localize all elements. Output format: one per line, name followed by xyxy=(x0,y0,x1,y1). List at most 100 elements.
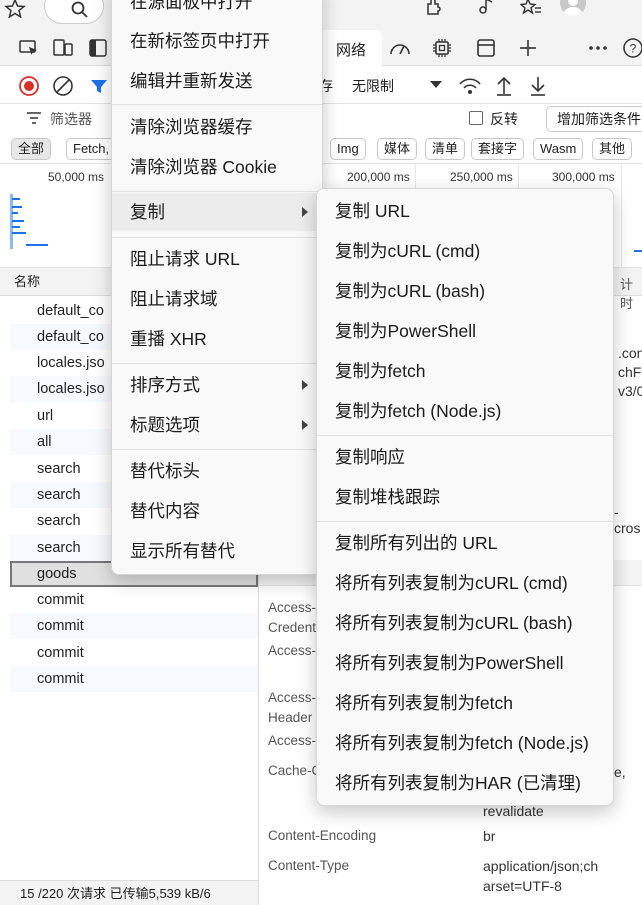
copy-all-as-curl-cmd[interactable]: 将所有列表复制为cURL (cmd) xyxy=(317,564,613,602)
header-value: application/json;ch xyxy=(483,858,599,874)
menu-item-block-url[interactable]: 阻止请求 URL xyxy=(112,240,322,278)
header-value: br xyxy=(483,828,496,844)
device-emulation-icon[interactable] xyxy=(52,38,74,58)
help-icon[interactable]: ? xyxy=(622,37,642,59)
record-icon[interactable] xyxy=(18,75,40,97)
copy-all-as-har-sanitized[interactable]: 将所有列表复制为HAR (已清理) xyxy=(317,764,613,802)
submenu-arrow-icon xyxy=(302,380,308,390)
submenu-arrow-icon xyxy=(302,420,308,430)
menu-item-edit-and-resend[interactable]: 编辑并重新发送 xyxy=(112,62,322,100)
filter-lines-icon xyxy=(26,111,42,125)
menu-separator xyxy=(112,449,322,450)
header-name: Content-Encoding xyxy=(268,828,377,843)
type-filter-media[interactable]: 媒体 xyxy=(377,138,418,160)
copy-all-as-fetch[interactable]: 将所有列表复制为fetch xyxy=(317,684,613,722)
memory-icon[interactable] xyxy=(432,38,452,58)
copy-all-as-powershell[interactable]: 将所有列表复制为PowerShell xyxy=(317,644,613,682)
timeline-bars-right xyxy=(634,250,642,252)
copy-as-curl-cmd[interactable]: 复制为cURL (cmd) xyxy=(317,232,613,270)
type-filter-img[interactable]: Img xyxy=(330,138,366,160)
menu-item-copy[interactable]: 复制 xyxy=(112,193,322,231)
header-name: Content-Type xyxy=(268,858,350,873)
request-row[interactable]: commit xyxy=(10,640,258,666)
svg-text:?: ? xyxy=(630,42,637,56)
import-har-icon[interactable] xyxy=(494,75,514,97)
filter-icon[interactable] xyxy=(88,75,110,97)
header-value-partial: v3/0 xyxy=(618,383,642,399)
clear-icon[interactable] xyxy=(52,75,74,97)
header-value-partial: chFr xyxy=(618,364,642,380)
application-icon[interactable] xyxy=(476,38,496,58)
menu-item-header-options[interactable]: 标题选项 xyxy=(112,406,322,444)
profile-avatar[interactable] xyxy=(560,0,586,16)
menu-item-sort-by-label: 排序方式 xyxy=(130,375,200,395)
copy-as-fetch[interactable]: 复制为fetch xyxy=(317,352,613,390)
filter-placeholder: 筛选器 xyxy=(50,111,92,127)
copy-as-curl-bash[interactable]: 复制为cURL (bash) xyxy=(317,272,613,310)
header-value-partial: -cros xyxy=(614,504,641,536)
menu-item-block-domain[interactable]: 阻止请求域 xyxy=(112,280,322,318)
header-name: Cache-C xyxy=(268,763,322,778)
menu-item-sort-by[interactable]: 排序方式 xyxy=(112,366,322,404)
copy-as-powershell[interactable]: 复制为PowerShell xyxy=(317,312,613,350)
header-value: arset=UTF-8 xyxy=(483,878,562,894)
type-filter-wasm[interactable]: Wasm xyxy=(533,138,584,160)
throttle-dropdown-icon[interactable] xyxy=(430,81,442,88)
submenu-arrow-icon xyxy=(302,207,308,217)
menu-item-clear-cookies[interactable]: 清除浏览器 Cookie xyxy=(112,148,322,186)
header-value-partial: .con xyxy=(618,345,642,361)
menu-item-show-all-overrides[interactable]: 显示所有替代 xyxy=(112,532,322,570)
copy-all-as-curl-bash[interactable]: 将所有列表复制为cURL (bash) xyxy=(317,604,613,642)
menu-item-clear-cache[interactable]: 清除浏览器缓存 xyxy=(112,108,322,146)
request-row[interactable]: commit xyxy=(10,613,258,639)
menu-separator xyxy=(317,521,613,522)
invert-label: 反转 xyxy=(490,111,518,127)
inspect-element-icon[interactable] xyxy=(18,38,40,58)
menu-separator xyxy=(112,191,322,192)
type-filter-manifest[interactable]: 清单 xyxy=(425,138,466,160)
copy-url[interactable]: 复制 URL xyxy=(317,192,613,230)
copy-all-listed-urls[interactable]: 复制所有列出的 URL xyxy=(317,524,613,562)
network-tab-label: 网络 xyxy=(336,42,367,59)
copy-as-fetch-nodejs[interactable]: 复制为fetch (Node.js) xyxy=(317,392,613,430)
sidebar-toggle-icon[interactable] xyxy=(88,38,108,58)
menu-separator xyxy=(112,104,322,105)
timeline-tick: 50,000 ms xyxy=(48,170,105,184)
network-conditions-icon[interactable] xyxy=(458,76,482,96)
more-filters-button[interactable]: 增加筛选条件 xyxy=(546,106,642,132)
media-control-icon[interactable] xyxy=(476,0,496,16)
context-menu: 在源面板中打开 在新标签页中打开 编辑并重新发送 清除浏览器缓存 清除浏览器 C… xyxy=(111,0,323,575)
copy-response[interactable]: 复制响应 xyxy=(317,438,613,476)
favorites-icon[interactable] xyxy=(520,0,542,16)
copy-all-as-fetch-nodejs[interactable]: 将所有列表复制为fetch (Node.js) xyxy=(317,724,613,762)
name-column-label: 名称 xyxy=(14,274,41,289)
status-bar: 15 /220 次请求 已传输5,539 kB/6 xyxy=(0,880,258,905)
performance-icon[interactable] xyxy=(388,38,412,58)
copy-submenu: 复制 URL 复制为cURL (cmd) 复制为cURL (bash) 复制为P… xyxy=(316,188,614,806)
header-value-partial: e, xyxy=(614,764,626,780)
type-filter-all[interactable]: 全部 xyxy=(11,138,52,160)
more-options-icon[interactable] xyxy=(588,38,608,58)
request-row[interactable]: commit xyxy=(10,666,258,692)
request-row[interactable]: commit xyxy=(10,587,258,613)
timeline-gridline xyxy=(621,164,622,268)
extensions-icon[interactable] xyxy=(424,0,444,16)
menu-item-override-content[interactable]: 替代内容 xyxy=(112,492,322,530)
copy-stack-trace[interactable]: 复制堆栈跟踪 xyxy=(317,478,613,516)
timeline-tick: 250,000 ms xyxy=(450,170,513,184)
menu-item-override-headers[interactable]: 替代标头 xyxy=(112,452,322,490)
timing-tab-partial[interactable]: 计时 xyxy=(620,274,642,312)
throttling-select[interactable]: 无限制 xyxy=(352,76,394,96)
type-filter-other[interactable]: 其他 xyxy=(592,138,633,160)
menu-item-open-in-sources[interactable]: 在源面板中打开 xyxy=(112,0,322,21)
invert-checkbox[interactable] xyxy=(469,111,483,125)
add-tool-icon[interactable] xyxy=(518,38,538,58)
export-har-icon[interactable] xyxy=(528,75,548,97)
timeline-tick: 300,000 ms xyxy=(552,170,615,184)
type-filter-socket[interactable]: 套接字 xyxy=(471,138,525,160)
address-bar[interactable] xyxy=(44,0,104,24)
menu-item-replay-xhr[interactable]: 重播 XHR xyxy=(112,320,322,358)
menu-item-open-in-new-tab[interactable]: 在新标签页中打开 xyxy=(112,22,322,60)
favorite-star-icon[interactable] xyxy=(4,0,26,18)
search-icon xyxy=(71,1,89,19)
